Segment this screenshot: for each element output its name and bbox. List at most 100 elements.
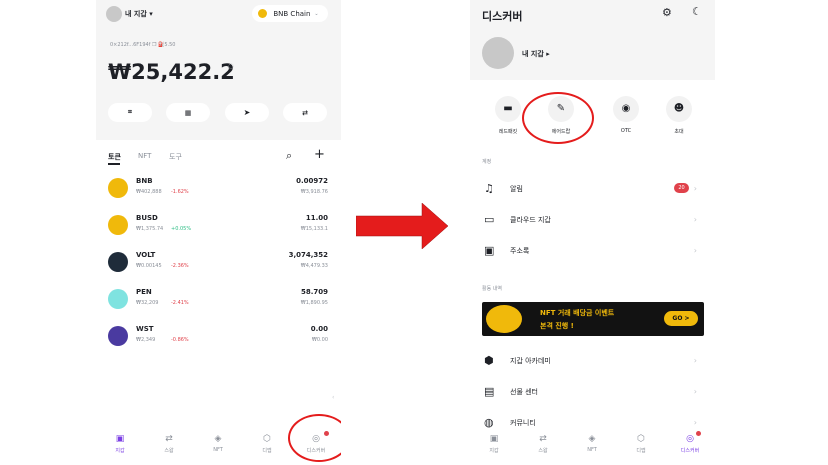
token-row[interactable]: VOLT ₩0.00145 -2.36% 3,074,352 ₩4,479.33 — [96, 248, 341, 282]
nav-item[interactable]: ◈ NFT — [580, 434, 604, 453]
nav-label: 지갑 — [115, 448, 125, 454]
swap-arrows-icon: ⇄ — [302, 108, 308, 117]
tab-tokens[interactable]: 토큰 — [108, 152, 121, 162]
discover-screen: 디스커버 ⚙ ☾ 내 지갑 ▸ ▬ 레드패킷 ✎ 에어드랍 ◉ OTC ☻ 초대 계정 ♫ 알림… — [470, 0, 715, 465]
section-activity: 활동 내역 — [482, 286, 502, 292]
swap-icon: ⇄ — [539, 434, 547, 444]
token-change: -1.62% — [171, 189, 189, 195]
nav-label: 지갑 — [489, 448, 499, 454]
token-amount: 0.00972 — [296, 177, 328, 185]
banner-line1: NFT 거래 배당금 이벤트 — [540, 309, 615, 317]
token-amount: 58.709 — [300, 288, 328, 296]
scan-icon: ⌗ — [128, 108, 132, 116]
token-amount: 3,074,352 — [288, 251, 328, 259]
token-value: ₩4,479.33 — [300, 263, 328, 269]
token-row[interactable]: PEN ₩32,209 -2.41% 58.709 ₩1,890.95 — [96, 285, 341, 319]
row-label: 주소록 — [510, 247, 530, 255]
token-value: ₩15,133.1 — [300, 226, 328, 232]
more-row[interactable]: ◍ 커뮤니티 › — [470, 412, 715, 434]
academy-icon: ⬢ — [484, 354, 494, 367]
token-change: -2.41% — [171, 300, 189, 306]
banner-go-button[interactable]: GO > — [664, 311, 698, 326]
nft-icon: ◈ — [214, 434, 222, 444]
row-label: 알림 — [510, 185, 523, 193]
nav-item[interactable]: ⬡ 디엡 — [255, 434, 279, 454]
search-icon[interactable]: ⌕ — [286, 149, 292, 163]
nav-item[interactable]: ⇄ 스왑 — [531, 434, 555, 454]
add-token-icon[interactable]: + — [314, 147, 325, 162]
token-logo-icon — [108, 252, 128, 272]
globe-icon: ◍ — [484, 416, 494, 429]
qr-code-icon: ▦ — [184, 108, 192, 117]
caret-right-icon: ▸ — [546, 50, 550, 58]
avatar[interactable] — [106, 6, 122, 22]
nav-label: 디스커버 — [680, 448, 700, 454]
token-price: ₩0.00145 — [136, 263, 162, 269]
total-balance: ₩25,422.2 — [108, 60, 235, 84]
row-label: 클라우드 지갑 — [510, 216, 551, 224]
settings-icon[interactable]: ⚙ — [662, 6, 672, 19]
chevron-right-icon: › — [693, 387, 697, 396]
token-price: ₩2,349 — [136, 337, 156, 343]
row-label: 선물 센터 — [510, 388, 538, 396]
send-button[interactable]: ➤ — [225, 103, 269, 122]
quick-action-label: 초대 — [674, 129, 684, 135]
nav-item[interactable]: ▣ 지갑 — [108, 434, 132, 454]
token-change: -0.86% — [171, 337, 189, 343]
nav-item[interactable]: ⬡ 디엡 — [629, 434, 653, 454]
notification-badge: 20 — [674, 183, 689, 193]
swap-button[interactable]: ⇄ — [283, 103, 327, 122]
chevron-right-icon: › — [693, 184, 697, 193]
row-label: 커뮤니티 — [510, 419, 536, 427]
more-row[interactable]: ⬢ 지갑 아카데미 › — [470, 350, 715, 372]
token-row[interactable]: WST ₩2,349 -0.86% 0.00 ₩0.00 — [96, 322, 341, 356]
wallet-selector[interactable]: 내 지갑 ▸ — [522, 49, 550, 59]
row-label: 지갑 아카데미 — [510, 357, 551, 365]
account-row[interactable]: ▣ 주소록 › — [470, 240, 715, 262]
account-row[interactable]: ♫ 알림 20 › — [470, 178, 715, 200]
receive-button[interactable]: ▦ — [166, 103, 210, 122]
wallet-address[interactable]: 0×212f...6F194f ❐ ⛽5.50 — [110, 42, 176, 48]
token-row[interactable]: BUSD ₩1,375.74 +0.05% 11.00 ₩15,133.1 — [96, 211, 341, 245]
token-amount: 0.00 — [310, 325, 328, 333]
quick-action-label: OTC — [620, 128, 632, 134]
active-tab-indicator — [108, 163, 120, 165]
chain-label: BNB Chain — [273, 9, 311, 18]
profile-avatar[interactable] — [482, 37, 514, 69]
scan-button[interactable]: ⌗ — [108, 103, 152, 122]
nav-item[interactable]: ▣ 지갑 — [482, 434, 506, 454]
nav-item[interactable]: ⇄ 스왑 — [157, 434, 181, 454]
chevron-right-icon: › — [693, 215, 697, 224]
token-price: ₩402,888 — [136, 189, 162, 195]
chain-selector[interactable]: BNB Chain ⌄ — [252, 5, 328, 22]
hide-balance-icon[interactable]: ◌ — [228, 62, 234, 70]
collapse-handle[interactable]: ‹ — [332, 394, 334, 401]
nav-label: 스왑 — [538, 448, 548, 454]
token-price: ₩1,375.74 — [136, 226, 164, 232]
dapp-icon: ⬡ — [637, 434, 645, 444]
notification-dot — [696, 431, 701, 436]
tab-tools[interactable]: 도구 — [169, 152, 182, 162]
wallet-label: 내 지갑 — [125, 10, 147, 18]
tab-nft[interactable]: NFT — [138, 152, 151, 160]
token-symbol: BNB — [136, 177, 153, 185]
swap-icon: ⇄ — [165, 434, 173, 444]
highlight-circle — [288, 414, 341, 462]
token-symbol: PEN — [136, 288, 152, 296]
wallet-selector[interactable]: 내 지갑 ▾ — [125, 9, 153, 19]
token-row[interactable]: BNB ₩402,888 -1.62% 0.00972 ₩3,918.76 — [96, 174, 341, 208]
invite-icon: ☻ — [666, 96, 692, 122]
event-banner[interactable]: NFT 거래 배당금 이벤트 본격 진행 ! GO > — [482, 302, 704, 336]
token-value: ₩1,890.95 — [300, 300, 328, 306]
token-logo-icon — [108, 326, 128, 346]
more-row[interactable]: ▤ 선물 센터 › — [470, 381, 715, 403]
gift-icon: ▤ — [484, 385, 495, 398]
theme-toggle-icon[interactable]: ☾ — [692, 5, 702, 18]
nav-item[interactable]: ◎ 디스커버 — [678, 434, 702, 454]
quick-action-2[interactable]: ◉ OTC — [598, 96, 654, 134]
copy-icon[interactable]: ❐ — [152, 42, 156, 48]
quick-action-3[interactable]: ☻ 초대 — [651, 96, 707, 135]
nav-item[interactable]: ◈ NFT — [206, 434, 230, 453]
account-row[interactable]: ▭ 클라우드 지갑 › — [470, 209, 715, 231]
wallet-label: 내 지갑 — [522, 50, 544, 58]
